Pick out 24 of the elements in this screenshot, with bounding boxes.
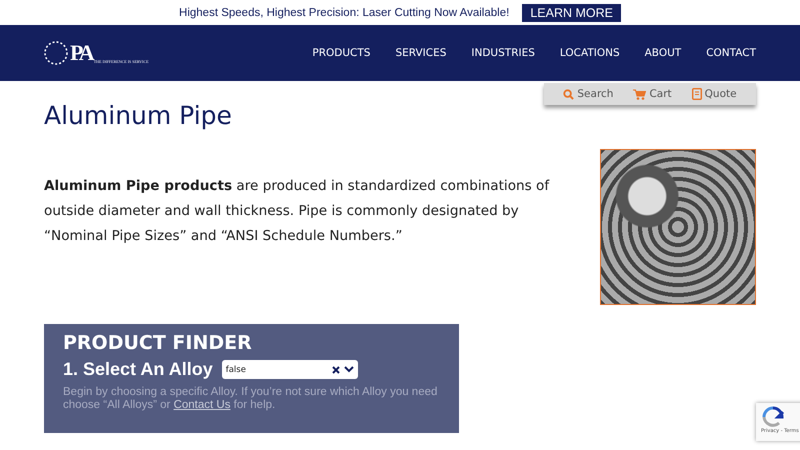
nav-link[interactable]: ABOUT xyxy=(644,47,682,59)
step-label: 1. Select An Alloy xyxy=(63,359,213,380)
contact-us-link[interactable]: Contact Us xyxy=(174,399,230,411)
clear-icon[interactable] xyxy=(332,366,340,374)
announcement-text: Highest Speeds, Highest Precision: Laser Cutting Now Available! xyxy=(179,6,510,18)
help-text: Begin by choosing a specific Alloy. If you’re not sure which Alloy you need choose “All Alloys” or Contact Us for help. xyxy=(63,386,438,412)
chevron-down-icon[interactable] xyxy=(344,366,354,373)
nav-link[interactable]: INDUSTRIES xyxy=(471,47,535,59)
nav-link[interactable]: PRODUCTS xyxy=(312,47,370,59)
cart-icon xyxy=(633,88,646,100)
utility-link[interactable]: Quote xyxy=(692,88,737,100)
alloy-select[interactable]: false xyxy=(222,360,358,379)
nav-link[interactable]: CONTACT xyxy=(706,47,756,59)
document-icon xyxy=(692,88,702,100)
learn-more-button[interactable]: LEARN MORE xyxy=(522,4,621,22)
utility-link[interactable]: Search xyxy=(563,88,614,100)
utility-link[interactable]: Cart xyxy=(633,88,672,100)
page-title: Aluminum Pipe xyxy=(44,101,233,130)
search-icon xyxy=(563,88,574,100)
nav-link[interactable]: SERVICES xyxy=(395,47,446,59)
nav-link[interactable]: LOCATIONS xyxy=(560,47,620,59)
recaptcha-icon xyxy=(761,406,785,428)
finder-heading: PRODUCT FINDER xyxy=(63,332,253,354)
intro-paragraph: Aluminum Pipe products are produced in standardized combinations of outside diameter and wall thickness. Pipe is commonly designated by “Nominal Pipe Sizes” and “ANSI Schedule Numbers.” xyxy=(44,177,550,246)
